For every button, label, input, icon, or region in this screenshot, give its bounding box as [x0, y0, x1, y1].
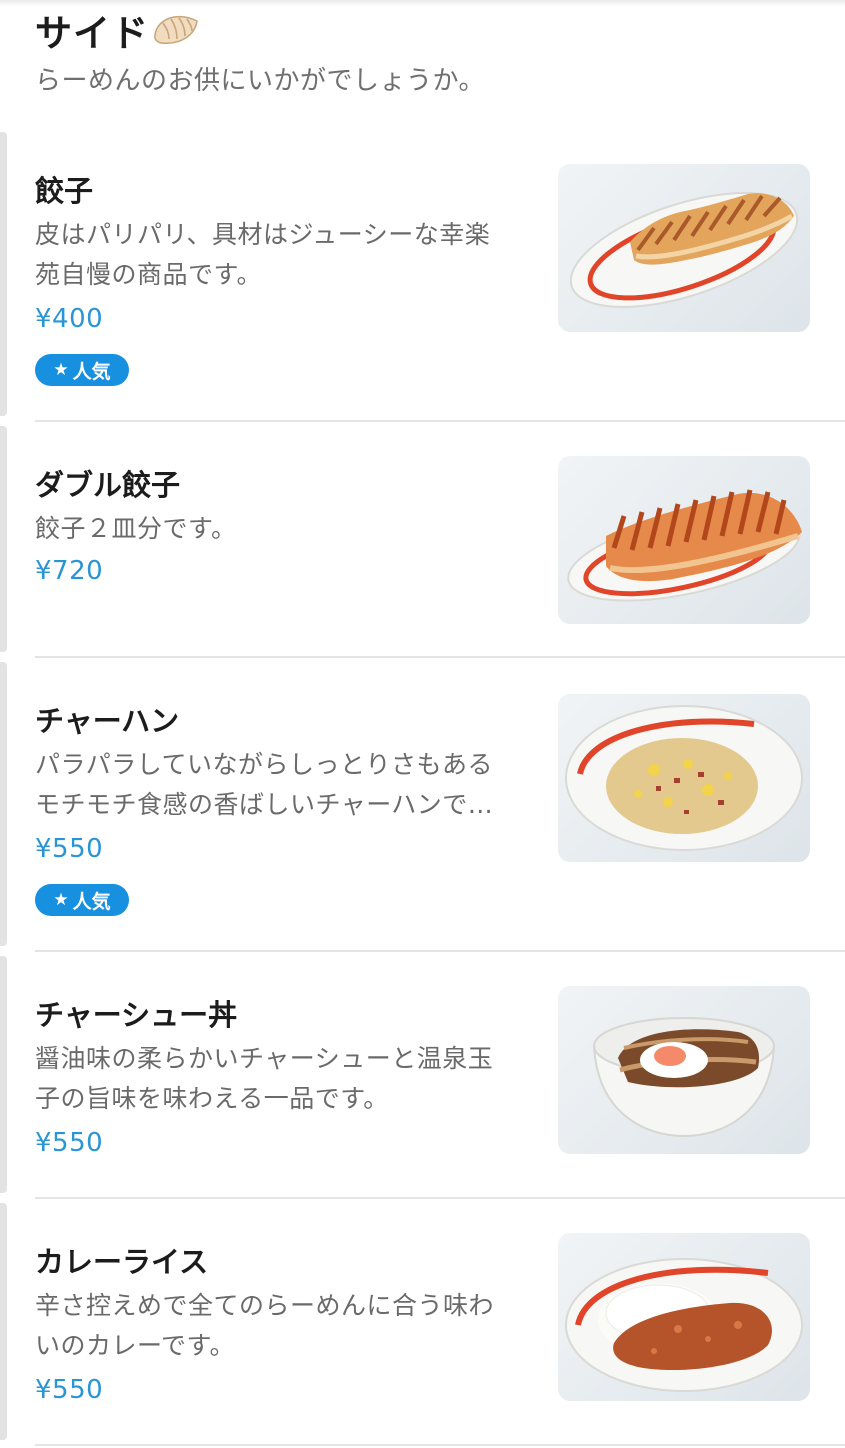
fried-rice-plate-image [565, 705, 803, 851]
item-description-line: 醤油味の柔らかいチャーシューと温泉玉 [35, 1044, 494, 1073]
item-description-line: 子の旨味を味わえる一品です。 [35, 1084, 389, 1113]
item-price: ¥550 [35, 834, 104, 864]
section-subtitle: らーめんのお供にいかがでしょうか。 [35, 66, 485, 96]
item-price: ¥550 [35, 1375, 104, 1405]
item-image[interactable] [558, 456, 810, 624]
item-description-line: 苑自慢の商品です。 [35, 260, 263, 289]
item-description-line: 餃子２皿分です。 [35, 514, 237, 543]
menu-item[interactable]: 餃子 皮はパリパリ、具材はジューシーな幸楽 苑自慢の商品です。 ¥400 ★ 人気 [0, 128, 845, 422]
gyoza-icon [149, 7, 201, 53]
item-rail [0, 662, 7, 946]
popular-badge: ★ 人気 [35, 884, 129, 916]
item-image[interactable] [558, 986, 810, 1154]
item-description-line: パラパラしていながらしっとりさもある [35, 750, 494, 779]
item-rail [0, 132, 7, 416]
menu-item-list: 餃子 皮はパリパリ、具材はジューシーな幸楽 苑自慢の商品です。 ¥400 ★ 人気… [0, 128, 845, 1446]
item-price: ¥720 [35, 556, 104, 586]
badge-label: 人気 [72, 890, 111, 913]
item-name: カレーライス [35, 1245, 209, 1279]
popular-badge: ★ 人気 [35, 354, 129, 386]
curry-plate-image [565, 1258, 803, 1392]
badge-label: 人気 [72, 360, 111, 383]
item-description: 餃子２皿分です。 [35, 509, 535, 549]
item-price: ¥400 [35, 304, 104, 334]
menu-item[interactable]: カレーライス 辛さ控えめで全てのらーめんに合う味わ いのカレーです。 ¥550 [0, 1199, 845, 1446]
chashu-bowl-image [592, 1017, 776, 1138]
item-image[interactable] [558, 164, 810, 332]
item-description: パラパラしていながらしっとりさもある モチモチ食感の香ばしいチャーハンで… [35, 745, 535, 825]
item-name: 餃子 [35, 174, 94, 208]
gyoza-plate-image [569, 192, 799, 308]
item-description: 醤油味の柔らかいチャーシューと温泉玉 子の旨味を味わえる一品です。 [35, 1039, 535, 1119]
item-name: チャーシュー丼 [35, 998, 238, 1032]
menu-item[interactable]: チャーハン パラパラしていながらしっとりさもある モチモチ食感の香ばしいチャーハ… [0, 658, 845, 952]
section-header: サイド らーめんのお供にいかがでしょうか。 [35, 2, 815, 97]
item-description-line: 皮はパリパリ、具材はジューシーな幸楽 [35, 220, 491, 249]
item-name: ダブル餃子 [35, 468, 181, 502]
item-description-line: いのカレーです。 [35, 1331, 236, 1360]
double-gyoza-plate-image [567, 489, 802, 602]
item-rail [0, 956, 7, 1193]
section-title: サイド [35, 12, 149, 55]
star-icon: ★ [53, 890, 69, 910]
item-rail [0, 1203, 7, 1440]
item-rail [0, 426, 7, 652]
item-description-line: モチモチ食感の香ばしいチャーハンで… [35, 790, 494, 819]
item-description: 皮はパリパリ、具材はジューシーな幸楽 苑自慢の商品です。 [35, 215, 535, 295]
item-image[interactable] [558, 1233, 810, 1401]
item-description: 辛さ控えめで全てのらーめんに合う味わ いのカレーです。 [35, 1286, 535, 1366]
menu-item[interactable]: ダブル餃子 餃子２皿分です。 ¥720 [0, 422, 845, 658]
item-description-line: 辛さ控えめで全てのらーめんに合う味わ [35, 1291, 495, 1320]
item-name: チャーハン [35, 704, 180, 738]
item-image[interactable] [558, 694, 810, 862]
star-icon: ★ [53, 360, 69, 380]
item-price: ¥550 [35, 1128, 104, 1158]
menu-item[interactable]: チャーシュー丼 醤油味の柔らかいチャーシューと温泉玉 子の旨味を味わえる一品です… [0, 952, 845, 1199]
section-title-row: サイド [35, 2, 815, 58]
